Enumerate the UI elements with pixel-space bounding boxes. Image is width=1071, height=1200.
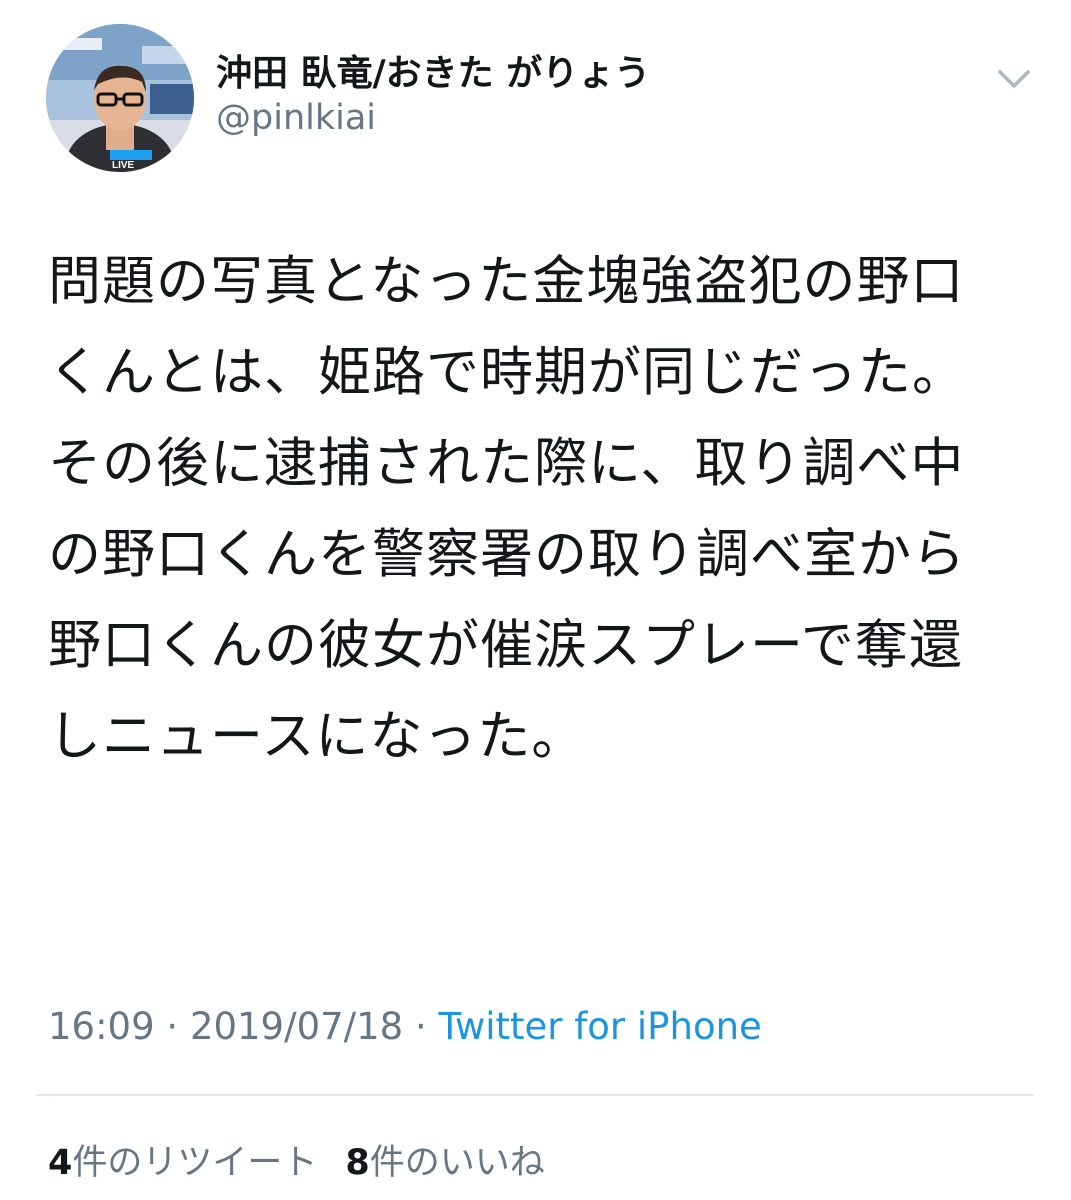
avatar[interactable]: LIVE: [46, 24, 194, 172]
profile-photo-icon: LIVE: [46, 24, 194, 172]
divider: [36, 1094, 1034, 1096]
retweets-stat[interactable]: 4件のリツイート: [48, 1134, 317, 1185]
likes-count: 8: [345, 1143, 370, 1183]
tweet-menu-button[interactable]: [992, 58, 1036, 102]
meta-separator: ·: [154, 1005, 190, 1048]
likes-stat[interactable]: 8件のいいね: [345, 1134, 544, 1185]
tweet-date: 2019/07/18: [189, 1005, 404, 1048]
tweet-source-link[interactable]: Twitter for iPhone: [439, 1005, 762, 1048]
svg-text:LIVE: LIVE: [112, 160, 135, 171]
retweets-count: 4: [48, 1143, 73, 1183]
likes-label: 件のいいね: [369, 1143, 545, 1183]
meta-separator: ·: [403, 1005, 439, 1048]
tweet-meta: 16:09 · 2019/07/18 · Twitter for iPhone: [48, 1005, 762, 1048]
tweet-detail: LIVE 沖田 臥竜/おきた がりょう @pinlkiai 問題の写真となった金…: [0, 0, 1071, 1200]
tweet-time: 16:09: [48, 1005, 155, 1048]
author-display-name[interactable]: 沖田 臥竜/おきた がりょう: [216, 44, 650, 96]
tweet-stats: 4件のリツイート 8件のいいね: [48, 1134, 545, 1185]
author-handle[interactable]: @pinlkiai: [216, 98, 376, 138]
retweets-label: 件のリツイート: [72, 1143, 318, 1183]
chevron-down-icon: [998, 70, 1030, 88]
tweet-text: 問題の写真となった金塊強盗犯の野口くんとは、姫路で時期が同じだった。 その後に逮…: [48, 251, 966, 767]
